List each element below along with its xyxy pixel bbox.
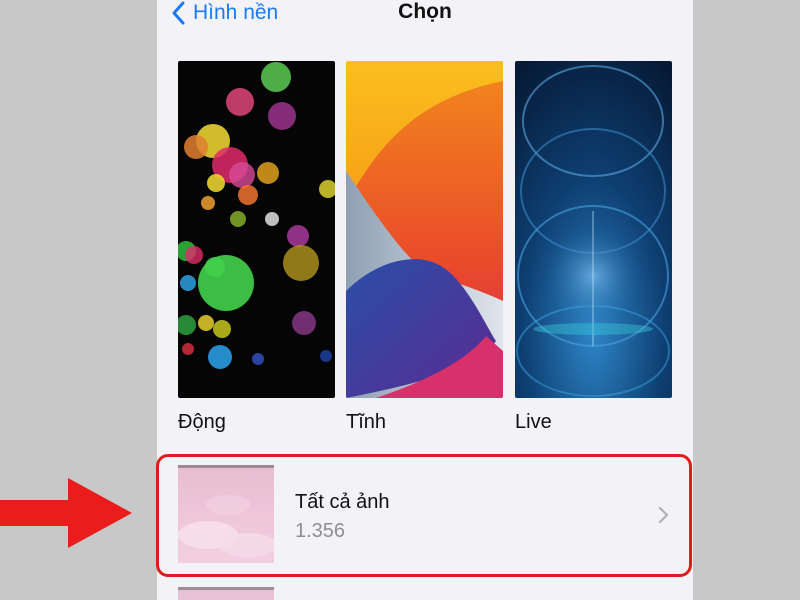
next-album-thumbnail[interactable]: [178, 587, 274, 600]
album-thumbnail: [178, 465, 274, 563]
pink-clouds-image: [178, 465, 274, 563]
still-wallpaper-thumbnail[interactable]: [346, 61, 503, 398]
page-title: Chọn: [398, 0, 452, 23]
album-row-all-photos[interactable]: Tất cả ảnh 1.356: [157, 455, 693, 577]
abstract-waves-image: [346, 61, 503, 398]
bokeh-image: [178, 61, 335, 398]
album-count: 1.356: [295, 520, 346, 542]
navigation-bar: Hình nền Chọn: [157, 0, 693, 40]
category-label-dynamic: Động: [178, 411, 226, 433]
category-label-live: Live: [515, 411, 552, 433]
live-wallpaper-thumbnail[interactable]: [515, 61, 672, 398]
orb-image: [515, 61, 672, 398]
chevron-right-icon: [658, 506, 669, 524]
red-arrow-icon: [0, 478, 132, 548]
album-name: Tất cả ảnh: [295, 491, 390, 513]
category-label-still: Tĩnh: [346, 411, 387, 433]
dynamic-wallpaper-thumbnail[interactable]: [178, 61, 335, 398]
wallpaper-chooser-screen: Hình nền Chọn Động Tĩnh Live Tất cả ảnh …: [157, 0, 693, 600]
wallpaper-category-grid: [178, 61, 672, 398]
partial-thumbnail-image: [178, 587, 274, 600]
